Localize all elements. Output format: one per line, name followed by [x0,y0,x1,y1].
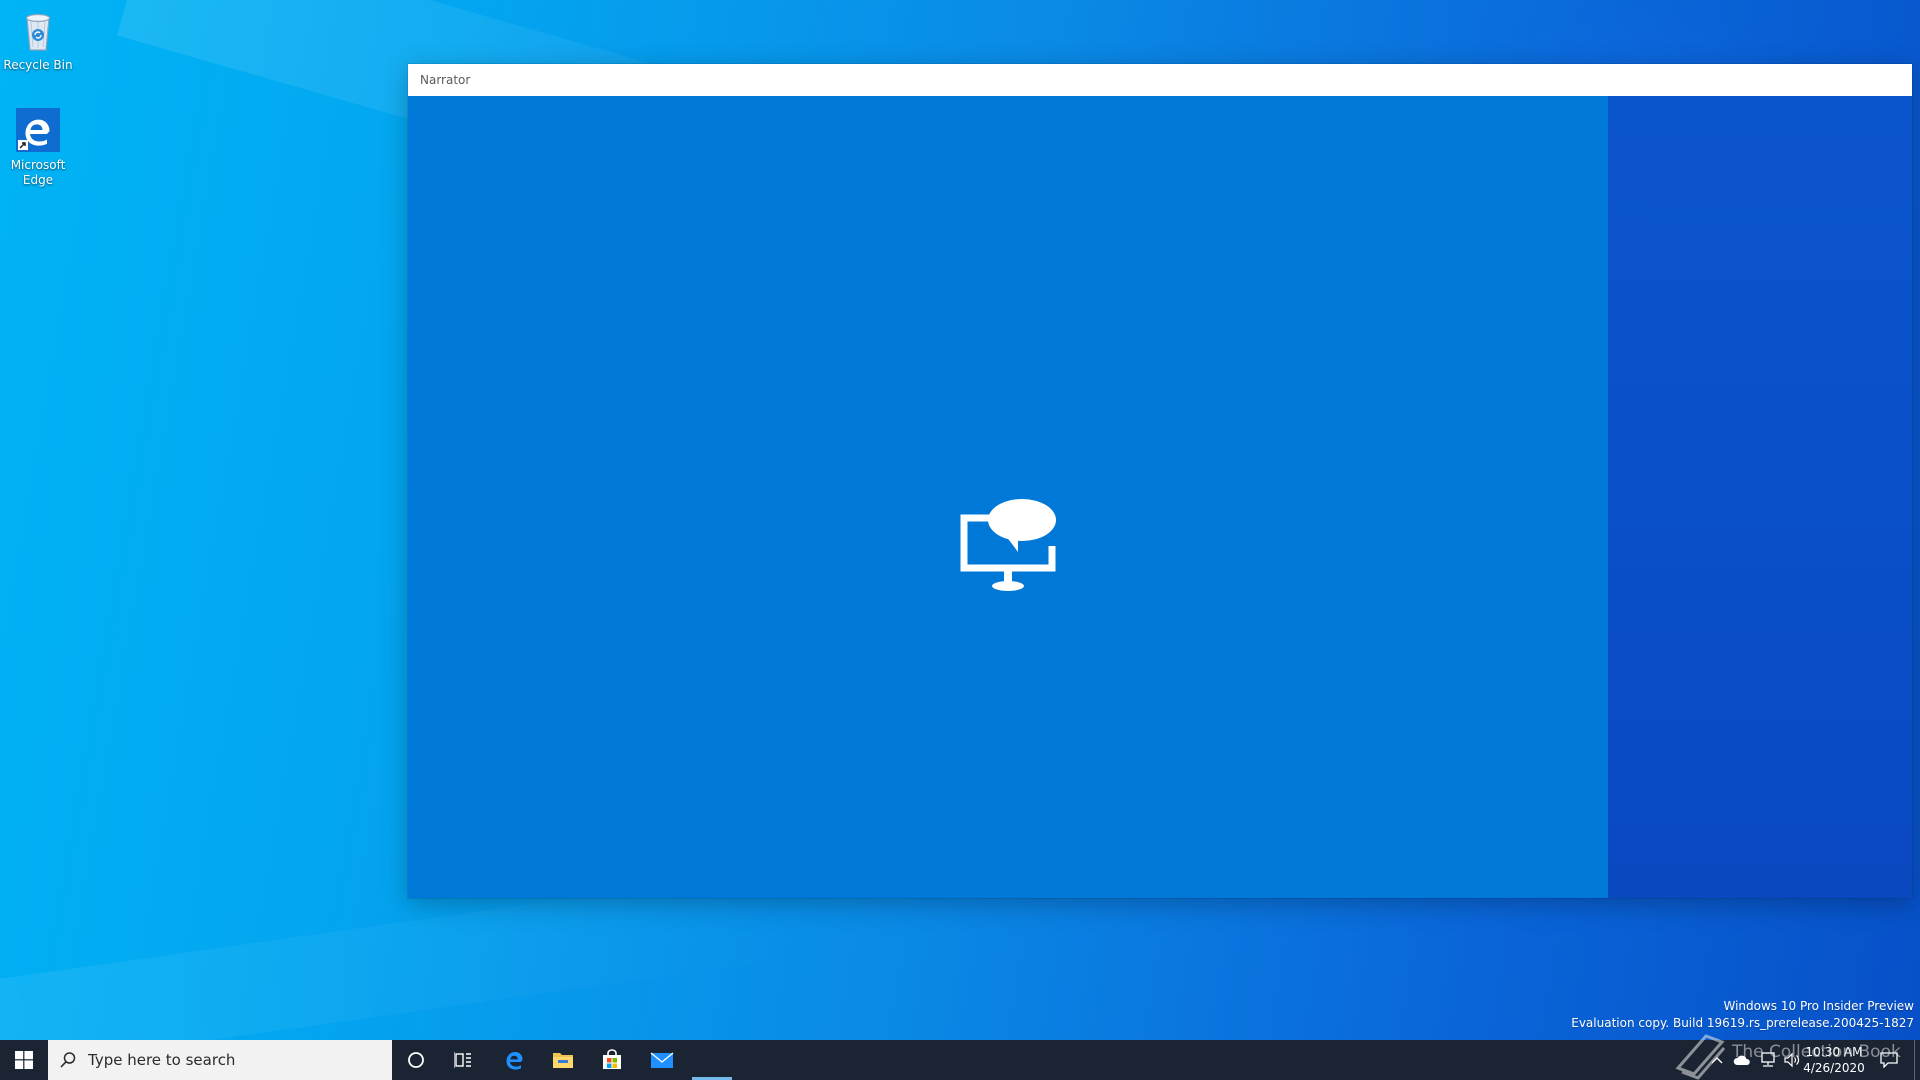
recycle-bin-icon [14,6,62,54]
mail-icon [650,1052,674,1068]
file-explorer-button[interactable] [539,1040,587,1080]
title-bar[interactable]: Narrator [408,64,1912,96]
task-view-button[interactable] [440,1040,488,1080]
cortana-icon [408,1052,424,1068]
narrator-icon [958,498,1058,594]
book-icon [1675,1034,1726,1080]
build-watermark: Windows 10 Pro Insider Preview Evaluatio… [1571,998,1914,1032]
watermark-edition: Windows 10 Pro Insider Preview [1723,999,1914,1013]
window-side-panel [1608,96,1912,898]
overlay-watermark-text: The Collection Book [1732,1042,1901,1062]
desktop-icon-recycle-bin[interactable]: Recycle Bin [0,6,76,73]
narrator-window: Narrator [408,64,1912,898]
store-button[interactable] [588,1040,636,1080]
overlay-watermark: The Collection Book [1672,1028,1912,1080]
show-desktop-button[interactable] [1914,1040,1920,1080]
desktop-icon-label: Recycle Bin [3,58,73,72]
desktop-icon-microsoft-edge[interactable]: Microsoft Edge [0,106,76,188]
search-icon [48,1051,88,1069]
search-box[interactable]: Type here to search [48,1040,392,1080]
store-icon [603,1049,621,1069]
mail-button[interactable] [638,1040,686,1080]
task-view-icon [454,1052,471,1068]
splash-screen [408,96,1608,898]
windows-logo-icon [15,1051,33,1069]
cortana-button[interactable] [392,1040,440,1080]
taskbar-edge-button[interactable] [490,1040,538,1080]
taskbar: Type here to search 10:30 AM 4/26/2020 [0,1040,1920,1080]
start-button[interactable] [0,1040,48,1080]
folder-icon [553,1053,573,1068]
edge-icon [14,106,62,154]
edge-icon [506,1052,523,1070]
desktop-icon-label: Microsoft Edge [10,158,66,187]
window-title: Narrator [420,73,471,87]
search-placeholder: Type here to search [88,1051,236,1069]
